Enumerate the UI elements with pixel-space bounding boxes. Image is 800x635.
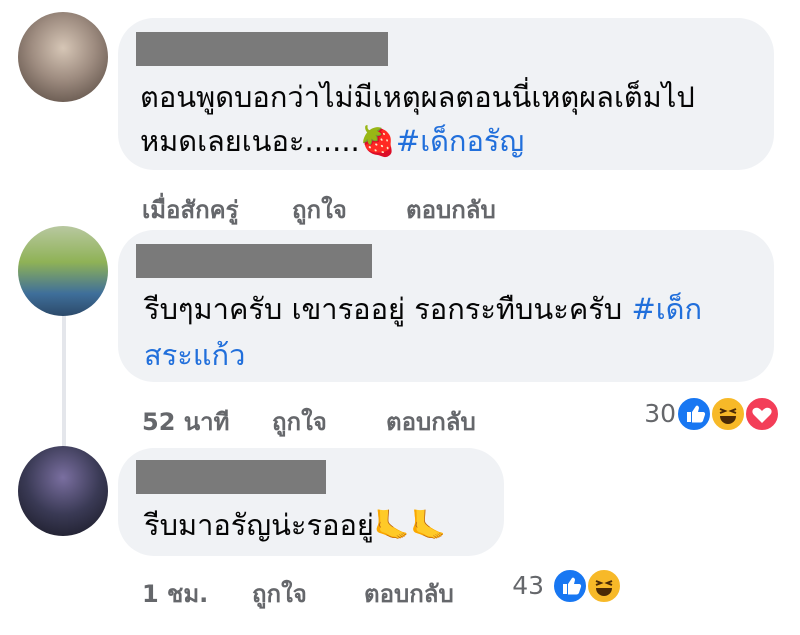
comment-text-line: หมดเลยเนอะ...... [140, 124, 360, 158]
comment-text: รีบมาอรัญน่ะรออยู่🦶🦶 [144, 502, 446, 548]
reaction-count: 43 [512, 571, 544, 600]
reaction-summary[interactable]: 30 [600, 396, 780, 432]
like-button[interactable]: ถูกใจ [292, 190, 347, 229]
reply-button[interactable]: ตอบกลับ [386, 402, 476, 441]
comment-text: หมดเลยเนอะ......🍓#เด็กอรัญ [140, 118, 524, 164]
haha-icon [710, 396, 746, 432]
comment-text-line: ตอนพูดบอกว่าไม่มีเหตุผลตอนนี่เหตุผลเต็มไ… [140, 80, 695, 114]
hashtag-link[interactable]: สระแก้ว [144, 338, 245, 372]
commenter-name-redacted[interactable] [136, 244, 372, 278]
like-icon [676, 396, 712, 432]
comment-text-line: รีบมาอรัญน่ะรออยู่ [144, 508, 374, 542]
commenter-name-redacted[interactable] [136, 32, 388, 66]
reaction-summary[interactable]: 43 [470, 568, 630, 604]
avatar[interactable] [18, 446, 108, 536]
reply-button[interactable]: ตอบกลับ [406, 190, 496, 229]
timestamp[interactable]: 52 นาที [142, 402, 229, 441]
comment-text: สระแก้ว [144, 332, 245, 378]
haha-icon [586, 568, 622, 604]
comment-bubble: ตอนพูดบอกว่าไม่มีเหตุผลตอนนี่เหตุผลเต็มไ… [118, 18, 774, 170]
commenter-name-redacted[interactable] [136, 460, 326, 494]
love-icon [744, 396, 780, 432]
comment-bubble: รีบมาอรัญน่ะรออยู่🦶🦶 [118, 448, 504, 556]
comment-text: รีบๆมาครับ เขารออยู่ รอกระทืบนะครับ #เด็… [144, 286, 702, 332]
reaction-count: 30 [644, 399, 676, 428]
like-button[interactable]: ถูกใจ [252, 574, 307, 613]
reply-button[interactable]: ตอบกลับ [364, 574, 454, 613]
feet-emoji: 🦶🦶 [373, 508, 447, 542]
avatar[interactable] [18, 226, 108, 316]
like-button[interactable]: ถูกใจ [272, 402, 327, 441]
comment-text: ตอนพูดบอกว่าไม่มีเหตุผลตอนนี่เหตุผลเต็มไ… [140, 74, 695, 120]
comment-text-line: รีบๆมาครับ เขารออยู่ รอกระทืบนะครับ [144, 292, 632, 326]
strawberry-emoji: 🍓 [359, 124, 396, 158]
hashtag-link[interactable]: #เด็ก [631, 292, 702, 326]
thread-line [62, 310, 66, 450]
comment-bubble: รีบๆมาครับ เขารออยู่ รอกระทืบนะครับ #เด็… [118, 230, 774, 382]
hashtag-link[interactable]: #เด็กอรัญ [396, 124, 524, 158]
timestamp[interactable]: 1 ชม. [142, 574, 208, 613]
avatar[interactable] [18, 12, 108, 102]
like-icon [552, 568, 588, 604]
timestamp[interactable]: เมื่อสักครู่ [142, 190, 239, 229]
